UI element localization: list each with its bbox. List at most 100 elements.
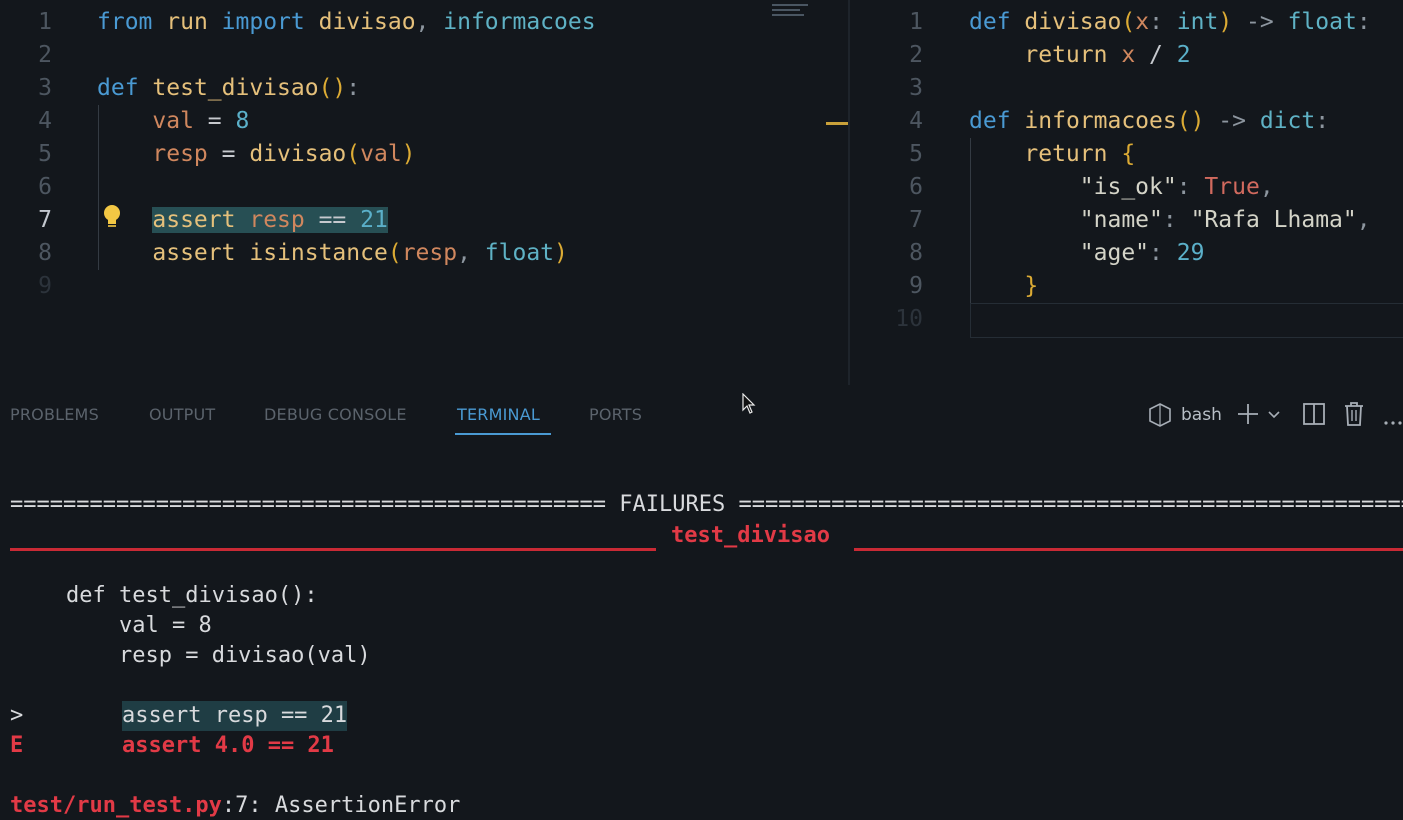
- code-line[interactable]: 1 from run import divisao, informacoes: [0, 6, 848, 39]
- split-terminal-icon[interactable]: [1302, 402, 1326, 430]
- failures-banner: ========================================…: [10, 490, 1403, 520]
- code-text: return {: [969, 138, 1135, 171]
- code-line[interactable]: 5 return {: [850, 138, 1403, 171]
- code-line[interactable]: 2 return x / 2: [850, 39, 1403, 72]
- code-token: informacoes: [1024, 108, 1177, 134]
- panel-header: PROBLEMS OUTPUT DEBUG CONSOLE TERMINAL P…: [0, 385, 1403, 445]
- code-text: resp = divisao(val): [97, 138, 416, 171]
- code-line[interactable]: 2: [0, 39, 848, 72]
- terminal-output[interactable]: ========================================…: [0, 445, 1403, 820]
- line-number: 2: [38, 42, 52, 68]
- code-line[interactable]: 6: [0, 171, 848, 204]
- lightbulb-icon[interactable]: [102, 204, 122, 234]
- code-token: :: [1162, 207, 1191, 233]
- line-number: 9: [909, 273, 923, 299]
- code-line[interactable]: 8 "age": 29: [850, 237, 1403, 270]
- code-token: :: [346, 75, 361, 101]
- code-token: (): [1176, 108, 1205, 134]
- line-number: 8: [38, 240, 52, 266]
- error-location: test/run_test.py:7: AssertionError: [10, 791, 460, 820]
- vscode-window: 1 from run import divisao, informacoes 2 3 d…: [0, 0, 1403, 820]
- code-token: (): [318, 75, 347, 101]
- error-file-path[interactable]: test/run_test.py: [10, 793, 222, 818]
- tab-debug-console[interactable]: DEBUG CONSOLE: [264, 405, 407, 424]
- code-line[interactable]: 1 def divisao(x: int) -> float:: [850, 6, 1403, 39]
- code-token: =: [193, 108, 236, 134]
- code-token: val: [152, 108, 194, 134]
- code-line[interactable]: 5 resp = divisao(val): [0, 138, 848, 171]
- code-line[interactable]: 8 assert isinstance(resp, float): [0, 237, 848, 270]
- terminal-shell-icon[interactable]: [1147, 402, 1173, 432]
- code-text: "is_ok": True,: [969, 171, 1274, 204]
- line-number: 3: [909, 75, 923, 101]
- code-token: ,: [1259, 174, 1274, 200]
- code-text: "name": "Rafa Lhama",: [969, 204, 1371, 237]
- line-number: 3: [38, 75, 52, 101]
- code-text: def informacoes() -> dict:: [969, 105, 1329, 138]
- code-token: "Rafa Lhama": [1190, 207, 1357, 233]
- code-token: import: [221, 9, 305, 35]
- trash-icon[interactable]: [1342, 401, 1366, 431]
- error-marker: E: [10, 733, 24, 758]
- code-token: assert: [152, 240, 236, 266]
- code-token: ,: [457, 240, 485, 266]
- code-token: :: [1315, 108, 1330, 134]
- code-token: def: [97, 75, 139, 101]
- code-token: ->: [1232, 9, 1288, 35]
- code-text: from run import divisao, informacoes: [97, 6, 596, 39]
- tab-output[interactable]: OUTPUT: [149, 405, 215, 424]
- more-actions-icon[interactable]: [1384, 411, 1402, 430]
- code-token: float: [1287, 9, 1357, 35]
- code-token: :: [1176, 174, 1205, 200]
- code-token: "age": [1079, 240, 1150, 266]
- tab-problems[interactable]: PROBLEMS: [10, 405, 99, 424]
- editor-left-pane[interactable]: 1 from run import divisao, informacoes 2 3 d…: [0, 0, 848, 385]
- test-rule-left: [10, 548, 656, 551]
- overview-ruler-marker: [826, 122, 848, 125]
- code-token: 29: [1176, 240, 1205, 266]
- code-token: :: [1149, 240, 1177, 266]
- code-line[interactable]: 6 "is_ok": True,: [850, 171, 1403, 204]
- code-token: ==: [304, 207, 361, 233]
- tab-ports[interactable]: PORTS: [589, 405, 642, 424]
- code-token: ): [401, 141, 416, 167]
- line-number: 10: [895, 306, 923, 332]
- code-line[interactable]: 4 val = 8: [0, 105, 848, 138]
- code-token: x: [1135, 9, 1150, 35]
- line-number: 4: [909, 108, 923, 134]
- new-terminal-plus-icon[interactable]: [1236, 402, 1260, 430]
- line-number: 2: [909, 42, 923, 68]
- code-token: float: [484, 240, 555, 266]
- code-token: True: [1204, 174, 1260, 200]
- code-token: resp: [249, 207, 305, 233]
- minimap[interactable]: [772, 4, 810, 26]
- code-line[interactable]: 9: [0, 270, 848, 303]
- code-line[interactable]: 7 assert resp == 21: [0, 204, 848, 237]
- code-line[interactable]: 7 "name": "Rafa Lhama",: [850, 204, 1403, 237]
- code-token: (: [1121, 9, 1136, 35]
- code-token: ,: [1356, 207, 1371, 233]
- line-number: 9: [38, 273, 52, 299]
- code-token: assert: [152, 207, 236, 233]
- code-token: divisao: [249, 141, 347, 167]
- code-token: :: [1149, 9, 1177, 35]
- code-line[interactable]: 3 def test_divisao():: [0, 72, 848, 105]
- code-line[interactable]: 4 def informacoes() -> dict:: [850, 105, 1403, 138]
- tab-terminal[interactable]: TERMINAL: [457, 405, 540, 424]
- code-token: 8: [235, 108, 250, 134]
- chevron-down-icon[interactable]: [1266, 407, 1282, 426]
- failures-rule-right: ========================================…: [738, 492, 1403, 517]
- code-text: "age": 29: [969, 237, 1205, 270]
- code-line[interactable]: 3: [850, 72, 1403, 105]
- code-token: "name": [1079, 207, 1163, 233]
- code-line[interactable]: 9 }: [850, 270, 1403, 303]
- terminal-shell-name[interactable]: bash: [1181, 405, 1222, 425]
- code-text: assert resp == 21: [97, 204, 388, 237]
